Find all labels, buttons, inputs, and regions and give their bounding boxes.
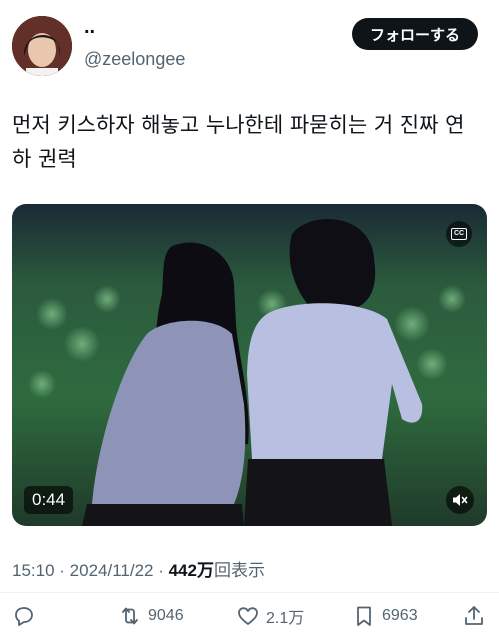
tweet-meta: 15:10 · 2024/11/22 · 442万回表示 — [12, 560, 265, 582]
retweet-count: 9046 — [148, 607, 184, 624]
muted-speaker-icon — [453, 494, 468, 506]
heart-icon — [238, 607, 258, 625]
like-count: 2.1万 — [266, 610, 305, 627]
bookmark-icon — [357, 606, 371, 626]
mute-button[interactable] — [446, 486, 474, 514]
author-display-name[interactable]: .. — [84, 16, 95, 38]
video-player[interactable] — [12, 204, 487, 526]
closed-captions-icon: CC — [451, 228, 467, 240]
bookmark-count: 6963 — [382, 607, 418, 624]
video-frame — [12, 204, 487, 526]
retweet-button[interactable]: 9046 — [118, 604, 184, 628]
divider — [0, 592, 499, 593]
bookmark-button[interactable]: 6963 — [352, 604, 418, 628]
avatar-image — [12, 16, 72, 76]
share-icon — [465, 606, 483, 625]
tweet-time[interactable]: 15:10 — [12, 561, 55, 580]
tweet-date[interactable]: 2024/11/22 — [70, 561, 154, 580]
views-label: 回表示 — [213, 561, 265, 580]
author-handle[interactable]: @zeelongee — [84, 48, 185, 70]
closed-captions-button[interactable]: CC — [446, 221, 472, 247]
meta-separator: · — [54, 561, 70, 580]
views-count: 442万 — [168, 561, 214, 580]
meta-separator: · — [153, 561, 169, 580]
share-button[interactable] — [462, 604, 486, 628]
avatar[interactable] — [12, 16, 72, 76]
like-button[interactable]: 2.1万 — [236, 604, 304, 628]
reply-icon — [15, 607, 33, 626]
video-duration: 0:44 — [24, 486, 74, 514]
tweet-text: 먼저 키스하자 해놓고 누나한테 파묻히는 거 진짜 연 하 권력 — [12, 113, 465, 171]
reply-button[interactable] — [12, 604, 36, 628]
follow-button[interactable]: フォローする — [352, 18, 478, 50]
retweet-icon — [122, 607, 138, 625]
